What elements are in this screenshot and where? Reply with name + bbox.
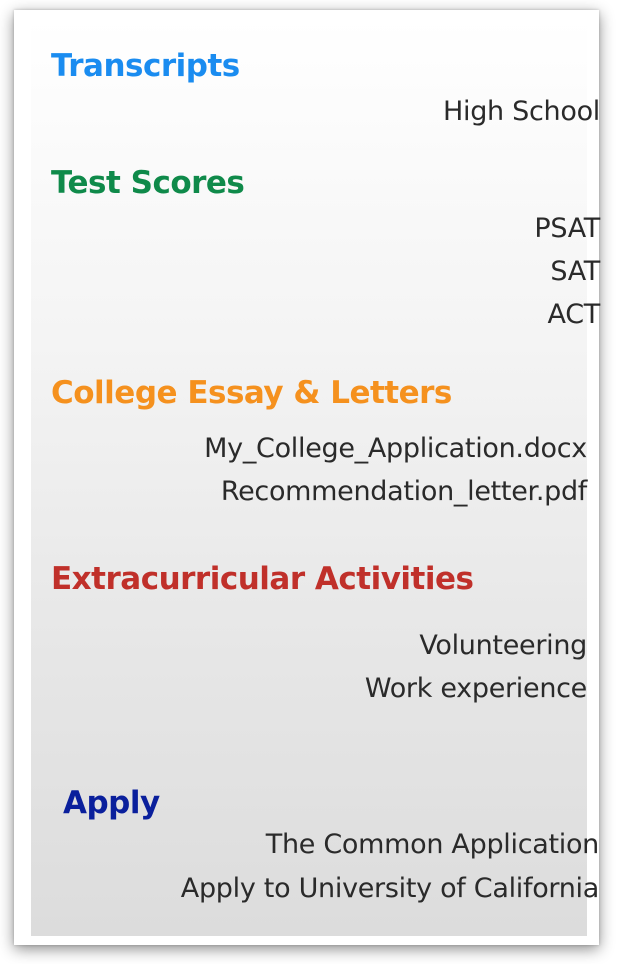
link-act[interactable]: ACT <box>548 299 601 330</box>
section-heading-college-essay-letters: College Essay & Letters <box>51 375 452 411</box>
link-high-school[interactable]: High School <box>443 96 600 127</box>
checklist-card: Transcripts High School Test Scores PSAT… <box>14 10 600 945</box>
link-recommendation-letter[interactable]: Recommendation_letter.pdf <box>221 476 587 507</box>
link-apply-university-of-california[interactable]: Apply to University of California <box>181 873 600 904</box>
link-volunteering[interactable]: Volunteering <box>419 630 587 661</box>
link-sat[interactable]: SAT <box>550 256 600 287</box>
section-heading-test-scores: Test Scores <box>51 165 245 201</box>
section-heading-transcripts: Transcripts <box>51 48 240 84</box>
section-heading-apply: Apply <box>63 785 160 821</box>
link-psat[interactable]: PSAT <box>534 213 600 244</box>
link-common-application[interactable]: The Common Application <box>266 829 600 860</box>
section-heading-extracurricular: Extracurricular Activities <box>51 561 474 597</box>
link-work-experience[interactable]: Work experience <box>365 673 587 704</box>
checklist-panel: Transcripts High School Test Scores PSAT… <box>31 18 600 936</box>
link-college-application-doc[interactable]: My_College_Application.docx <box>204 433 587 464</box>
